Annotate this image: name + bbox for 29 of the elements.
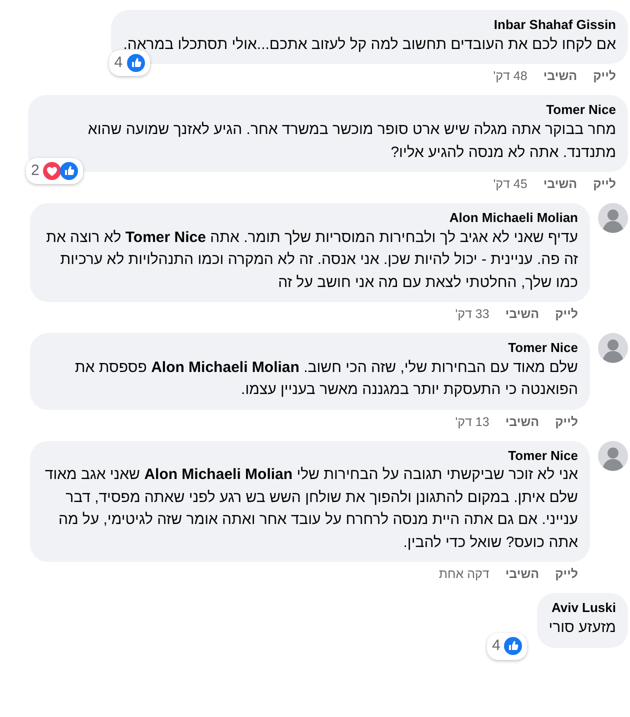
comment-text: מחר בבוקר אתה מגלה שיש ארט סופר מוכשר במשרד אחר. הגיע לאזנך שמועה שהוא מתנדנד. אתה לא מנסה להגיע אליו? <box>86 120 616 163</box>
action-link[interactable]: השיבי <box>505 305 540 324</box>
author-name[interactable]: Inbar Shahaf Gissin <box>123 17 616 34</box>
action-link[interactable]: השיבי <box>543 175 578 194</box>
avatar[interactable] <box>598 440 628 471</box>
avatar[interactable] <box>598 202 628 233</box>
action-link[interactable]: השיבי <box>505 412 540 432</box>
action-link[interactable]: לייק <box>593 175 616 194</box>
comment-text: מזעזע סורי <box>548 618 616 638</box>
reaction-summary[interactable]: 4 <box>109 50 150 76</box>
timestamp[interactable]: 48 דק' <box>493 67 528 86</box>
author-name[interactable]: Aviv Luski <box>548 600 616 618</box>
author-name[interactable]: Tomer Nice <box>42 448 578 464</box>
timestamp[interactable]: 13 דק' <box>455 412 490 432</box>
reaction-summary[interactable]: 4 <box>487 633 528 660</box>
timestamp[interactable]: דקה אחת <box>438 565 490 584</box>
action-link[interactable]: לייק <box>593 67 616 86</box>
action-link[interactable]: לייק <box>555 565 578 584</box>
action-link[interactable]: לייק <box>555 412 578 432</box>
timestamp[interactable]: 33 דק' <box>455 305 490 324</box>
author-name[interactable]: Alon Michaeli Molian <box>42 210 578 227</box>
action-link[interactable]: לייק <box>555 305 578 324</box>
timestamp[interactable]: 45 דק' <box>493 175 528 194</box>
author-name[interactable]: Tomer Nice <box>42 340 578 357</box>
reaction-summary[interactable]: 2 <box>26 158 84 184</box>
action-link[interactable]: השיבי <box>543 67 578 86</box>
action-link[interactable]: השיבי <box>505 565 540 584</box>
avatar[interactable] <box>598 332 628 363</box>
author-name[interactable]: Tomer Nice <box>40 102 616 120</box>
